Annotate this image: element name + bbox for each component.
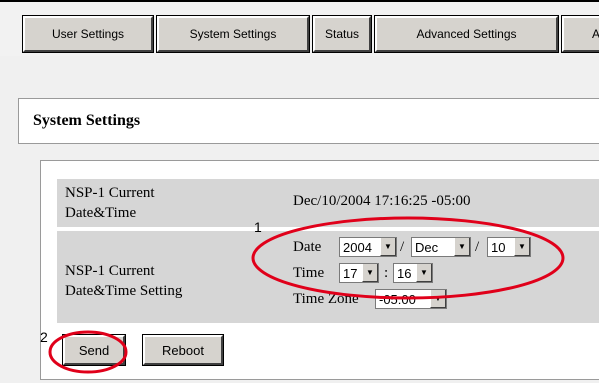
month-value: Dec [415, 239, 439, 255]
annotation-number-2: 2 [40, 329, 48, 345]
date-separator: / [400, 239, 405, 255]
tab-partial[interactable]: A [561, 15, 599, 53]
hour-select[interactable]: 17 ▼ [339, 263, 379, 283]
current-datetime-label-line1: NSP-1 Current [65, 185, 155, 201]
page-title: System Settings [18, 98, 599, 144]
current-datetime-label-line2: Date&Time [65, 205, 137, 221]
chevron-down-icon: ▼ [380, 238, 396, 256]
minute-value: 16 [397, 265, 412, 281]
day-value: 10 [491, 239, 506, 255]
tab-status[interactable]: Status [312, 15, 372, 53]
month-select[interactable]: Dec ▼ [411, 237, 471, 257]
chevron-down-icon: ▼ [416, 264, 432, 282]
hour-value: 17 [343, 265, 358, 281]
tab-advanced-settings[interactable]: Advanced Settings [374, 15, 559, 53]
date-separator: / [475, 239, 480, 255]
current-datetime-value: Dec/10/2004 17:16:25 -05:00 [293, 193, 471, 209]
setting-label-line1: NSP-1 Current [65, 263, 155, 279]
timezone-select[interactable]: -05:00 ▼ [375, 289, 447, 309]
chevron-down-icon: ▼ [454, 238, 470, 256]
settings-panel: NSP-1 Current Date&Time Dec/10/2004 17:1… [40, 160, 599, 380]
chevron-down-icon: ▼ [430, 290, 446, 308]
tab-system-settings[interactable]: System Settings [156, 15, 310, 53]
timezone-label: Time Zone [293, 291, 359, 307]
reboot-button[interactable]: Reboot [142, 334, 224, 366]
setting-label-line2: Date&Time Setting [65, 283, 183, 299]
send-button[interactable]: Send [62, 334, 126, 366]
annotation-number-1: 1 [254, 219, 262, 235]
year-select[interactable]: 2004 ▼ [339, 237, 397, 257]
minute-select[interactable]: 16 ▼ [393, 263, 433, 283]
day-select[interactable]: 10 ▼ [487, 237, 531, 257]
chevron-down-icon: ▼ [362, 264, 378, 282]
date-label: Date [293, 239, 322, 255]
top-tab-bar: User Settings System Settings Status Adv… [0, 0, 599, 56]
timezone-value: -05:00 [379, 291, 416, 307]
year-value: 2004 [343, 239, 372, 255]
time-separator: : [384, 265, 389, 281]
tab-user-settings[interactable]: User Settings [22, 15, 154, 53]
chevron-down-icon: ▼ [514, 238, 530, 256]
current-datetime-row: NSP-1 Current Date&Time Dec/10/2004 17:1… [57, 179, 599, 227]
datetime-setting-row: NSP-1 Current Date&Time Setting Date 200… [57, 231, 599, 323]
time-label: Time [293, 265, 325, 281]
